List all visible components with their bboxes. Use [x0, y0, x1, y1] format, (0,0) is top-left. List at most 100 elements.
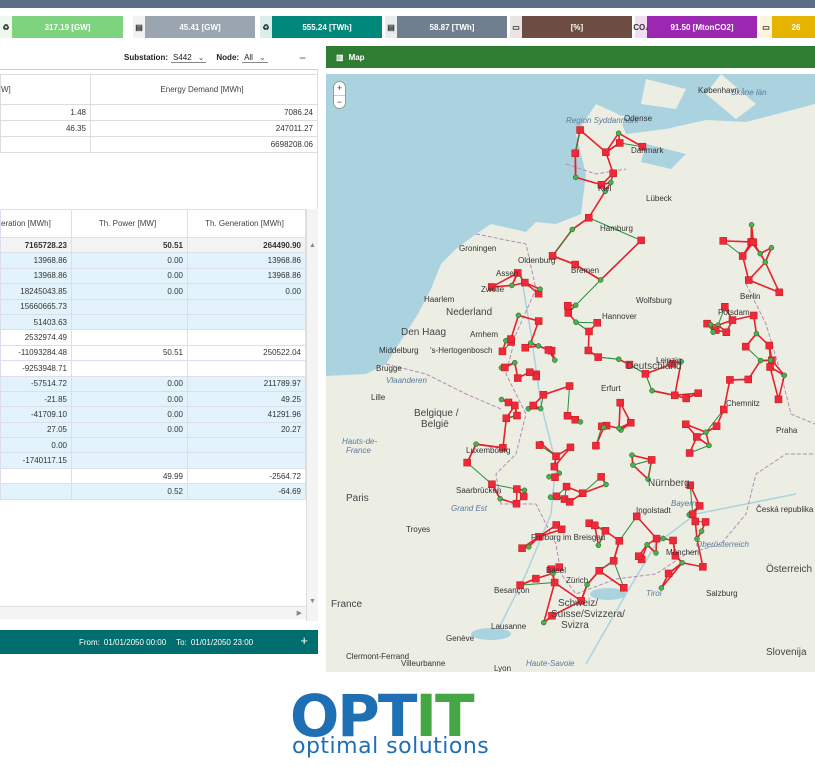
substation-node[interactable]: [537, 405, 544, 412]
substation-node[interactable]: [518, 544, 526, 552]
substation-node[interactable]: [630, 462, 636, 468]
substation-node[interactable]: [671, 391, 679, 400]
substation-node[interactable]: [539, 391, 548, 399]
substation-node[interactable]: [757, 357, 764, 364]
substation-node[interactable]: [509, 282, 515, 289]
substation-node[interactable]: [532, 574, 540, 583]
substation-node[interactable]: [706, 442, 712, 449]
substation-node[interactable]: [534, 317, 543, 325]
substation-node[interactable]: [544, 346, 553, 354]
substation-node[interactable]: [726, 376, 734, 384]
substation-node[interactable]: [767, 357, 774, 363]
substation-node[interactable]: [602, 148, 610, 156]
substation-node[interactable]: [629, 452, 635, 458]
substation-node[interactable]: [722, 328, 731, 337]
substation-node[interactable]: [585, 327, 593, 336]
vertical-scrollbar[interactable]: ▲ ▼: [306, 209, 318, 621]
substation-node[interactable]: [685, 449, 694, 457]
substation-node[interactable]: [572, 174, 579, 181]
substation-node[interactable]: [540, 619, 547, 626]
substation-node[interactable]: [578, 489, 587, 497]
substation-node[interactable]: [571, 149, 579, 158]
substation-node[interactable]: [597, 277, 604, 283]
substation-node[interactable]: [691, 517, 700, 526]
substation-node[interactable]: [502, 414, 511, 422]
substation-node[interactable]: [565, 498, 574, 506]
substation-node[interactable]: [592, 441, 600, 450]
substation-node[interactable]: [634, 552, 643, 560]
substation-node[interactable]: [703, 429, 709, 435]
from-date[interactable]: 01/01/2050 00:00: [104, 638, 166, 647]
substation-node[interactable]: [521, 278, 529, 287]
substation-node[interactable]: [781, 372, 788, 379]
zoom-in-button[interactable]: +: [334, 82, 345, 95]
substation-node[interactable]: [669, 536, 677, 545]
substation-node[interactable]: [512, 499, 521, 508]
substation-node[interactable]: [512, 359, 518, 366]
substation-node[interactable]: [565, 382, 574, 390]
substation-node[interactable]: [616, 425, 622, 432]
substation-node[interactable]: [744, 276, 753, 284]
substation-node[interactable]: [707, 321, 714, 328]
substation-node[interactable]: [537, 286, 543, 292]
substation-node[interactable]: [699, 563, 707, 571]
substation-node[interactable]: [563, 411, 572, 420]
substation-node[interactable]: [609, 557, 618, 565]
substation-node[interactable]: [576, 126, 584, 134]
scroll-right-icon[interactable]: ▶: [297, 609, 302, 617]
substation-node[interactable]: [552, 492, 561, 501]
substation-node[interactable]: [603, 481, 609, 488]
substation-node[interactable]: [513, 485, 521, 493]
to-date[interactable]: 01/01/2050 23:00: [191, 638, 253, 647]
substation-node[interactable]: [521, 343, 529, 352]
substation-node[interactable]: [762, 259, 769, 265]
substation-node[interactable]: [627, 418, 635, 427]
substation-node[interactable]: [701, 518, 710, 526]
substation-node[interactable]: [513, 411, 521, 420]
add-button[interactable]: +: [300, 633, 308, 648]
minimize-button[interactable]: −: [299, 51, 306, 65]
substation-node[interactable]: [498, 347, 507, 356]
substation-node[interactable]: [498, 396, 505, 403]
substation-node[interactable]: [566, 443, 575, 452]
substation-node[interactable]: [585, 214, 593, 222]
substation-node[interactable]: [595, 542, 602, 548]
substation-node[interactable]: [664, 569, 673, 578]
substation-node[interactable]: [712, 422, 721, 430]
substation-node[interactable]: [682, 394, 690, 403]
substation-node[interactable]: [749, 311, 758, 320]
substation-node[interactable]: [744, 375, 752, 384]
substation-node[interactable]: [693, 433, 701, 441]
substation-node[interactable]: [698, 528, 705, 534]
substation-node[interactable]: [529, 401, 537, 410]
substation-node[interactable]: [563, 302, 572, 310]
substation-node[interactable]: [768, 244, 775, 251]
substation-node[interactable]: [775, 288, 784, 297]
substation-node[interactable]: [504, 398, 513, 407]
substation-node[interactable]: [653, 550, 659, 556]
substation-node[interactable]: [572, 302, 579, 308]
substation-node[interactable]: [463, 458, 471, 467]
substation-node[interactable]: [637, 236, 645, 245]
substation-node[interactable]: [497, 496, 503, 502]
substation-node[interactable]: [774, 395, 783, 404]
substation-node[interactable]: [562, 482, 571, 491]
substation-node[interactable]: [682, 420, 690, 429]
substation-node[interactable]: [594, 353, 602, 361]
substation-node[interactable]: [688, 510, 697, 519]
substation-node[interactable]: [644, 541, 650, 548]
substation-node[interactable]: [765, 341, 774, 350]
substation-node[interactable]: [593, 319, 601, 327]
substation-node[interactable]: [535, 343, 542, 349]
substation-node[interactable]: [564, 309, 573, 317]
map-view[interactable]: + − København Skåne län Region Syddanmark O…: [326, 74, 815, 672]
substation-node[interactable]: [719, 237, 727, 245]
substation-node[interactable]: [573, 319, 579, 325]
substation-node[interactable]: [615, 356, 622, 363]
substation-node[interactable]: [525, 368, 534, 376]
substation-node[interactable]: [753, 330, 760, 337]
substation-node[interactable]: [519, 492, 528, 501]
substation-node[interactable]: [749, 238, 758, 247]
substation-node[interactable]: [620, 584, 628, 592]
substation-node[interactable]: [695, 502, 704, 510]
